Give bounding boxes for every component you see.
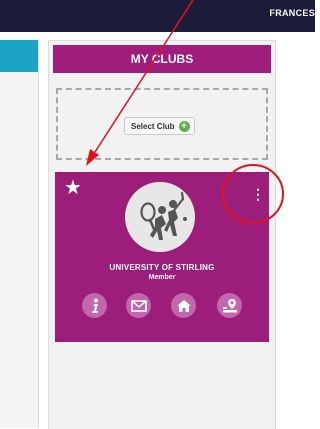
mail-icon	[130, 299, 147, 312]
location-icon	[222, 298, 237, 312]
star-icon[interactable]: ★	[64, 178, 82, 198]
select-club-button[interactable]: Select Club +	[124, 117, 195, 135]
club-logo	[125, 182, 195, 252]
add-circle-icon: +	[178, 120, 190, 132]
club-info-button[interactable]	[82, 293, 107, 318]
club-role: Member	[148, 274, 176, 281]
vertical-dots-icon[interactable]: ⋮	[251, 186, 265, 202]
select-club-label: Select Club	[131, 121, 175, 131]
club-home-button[interactable]	[171, 293, 196, 318]
club-location-button[interactable]	[217, 293, 242, 318]
tennis-players-icon	[140, 191, 187, 240]
top-bar: FRANCES	[0, 0, 315, 32]
left-panel	[0, 40, 39, 428]
my-clubs-title: MY CLUBS	[53, 45, 271, 73]
info-icon	[91, 298, 98, 313]
club-card[interactable]: ★ ⋮ UNIVERSITY OF STIRLING Member	[55, 172, 269, 342]
my-clubs-panel: MY CLUBS Select Club + ★ ⋮ UNIVERSITY OF…	[48, 40, 276, 429]
club-mail-button[interactable]	[126, 293, 151, 318]
select-club-dropzone: Select Club +	[56, 88, 268, 160]
left-panel-tab[interactable]	[0, 40, 38, 72]
user-name[interactable]: FRANCES	[269, 8, 315, 18]
home-icon	[176, 299, 191, 312]
club-name: UNIVERSITY OF STIRLING	[109, 263, 215, 272]
